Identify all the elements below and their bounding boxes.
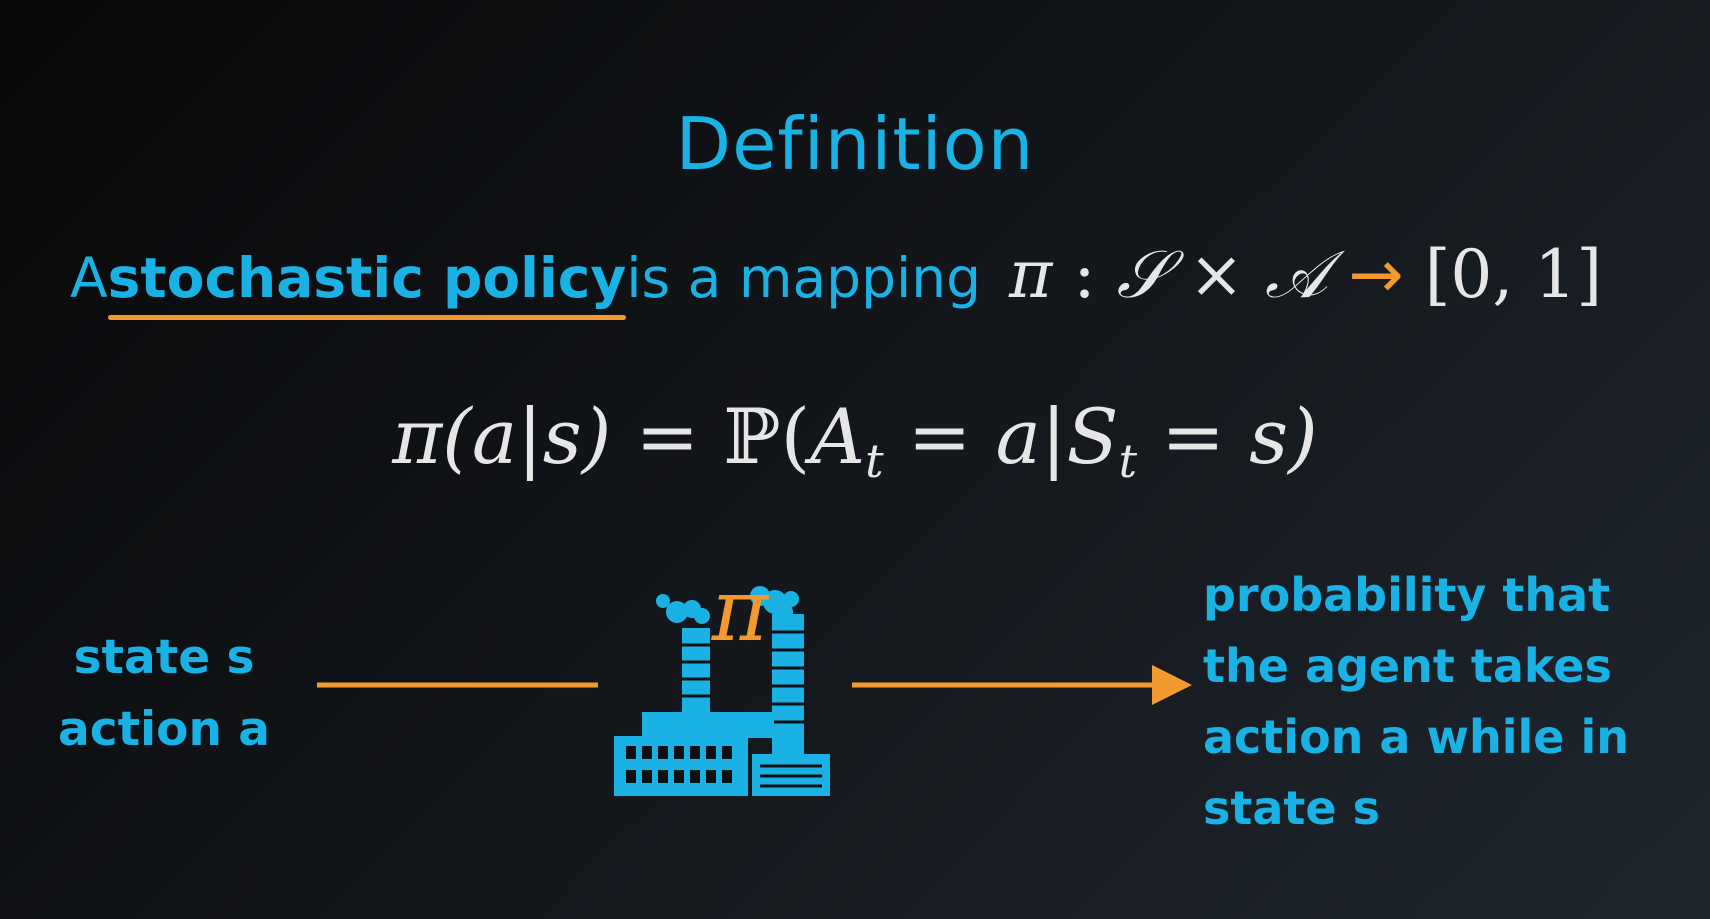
output-line-4: state s <box>1203 781 1380 835</box>
output-line-1: probability that <box>1203 568 1611 622</box>
output-label: probability that the agent takes action … <box>1203 560 1683 844</box>
arrow-right-icon <box>852 665 1192 705</box>
factory-pi-symbol: π <box>711 561 770 661</box>
output-line-3: action a while in <box>1203 710 1629 764</box>
output-line-2: the agent takes <box>1203 639 1612 693</box>
factory-icon: π <box>614 561 830 796</box>
